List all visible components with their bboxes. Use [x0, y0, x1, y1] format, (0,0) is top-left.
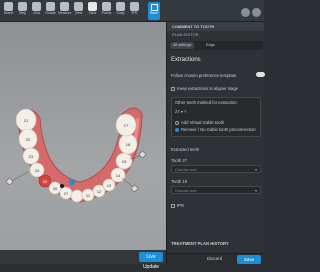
keep-extractions-row[interactable]: Keep extractions to aligner stage — [171, 86, 238, 91]
tooth-label: 22 — [26, 137, 31, 142]
tooth-label: 25 — [43, 179, 48, 184]
grid-icon — [32, 2, 41, 11]
app-window: Select Step Grid Rotate Measure View Tab… — [0, 0, 265, 270]
save-button[interactable]: Save — [237, 255, 261, 264]
save-icon — [150, 4, 158, 11]
3d-viewport[interactable]: 21 22 23 24 25 26 27 11 12 13 14 15 16 1… — [0, 22, 166, 264]
tooth-label: 26 — [53, 186, 58, 191]
other-teeth-title: Other teeth marked for extraction: — [175, 100, 238, 105]
selection-marker — [69, 179, 75, 185]
settings-icon[interactable] — [252, 8, 261, 17]
tooth-to-select[interactable]: Choose one — [171, 186, 261, 194]
tool-grid[interactable]: Grid — [30, 1, 43, 21]
ipr-icon — [130, 2, 139, 11]
tooth-label: 24 — [35, 168, 40, 173]
panel-tabs: All settings Edge — [169, 41, 263, 50]
window-controls — [239, 4, 261, 22]
tool-measure[interactable]: Measure — [58, 1, 71, 21]
plan-editor-panel: COMMENT TO TOOTH PLAN EDITOR All setting… — [166, 22, 265, 264]
tooth-label: 21 — [24, 118, 29, 123]
tooth-label: 13 — [107, 183, 112, 188]
tabs-icon — [88, 2, 97, 11]
discard-button[interactable]: Discard — [207, 256, 222, 261]
tooth-label: 17 — [124, 123, 129, 128]
tool-step[interactable]: Step — [16, 1, 29, 21]
help-icon[interactable] — [241, 8, 250, 17]
remove-radio[interactable] — [175, 127, 179, 132]
ipr-row[interactable]: IPR — [171, 203, 184, 208]
dental-arch-model[interactable]: 21 22 23 24 25 26 27 11 12 13 14 15 16 1… — [0, 22, 166, 264]
rotate-icon — [46, 2, 55, 11]
tooth-label: 23 — [29, 154, 34, 159]
tool-ipr[interactable]: IPR — [128, 1, 141, 21]
eye-icon — [74, 2, 83, 11]
section-title: Extractions — [171, 57, 201, 63]
points-icon — [102, 2, 111, 11]
add-virtual-row[interactable]: Add Virtual Gable tooth — [175, 120, 224, 125]
tool-snap[interactable]: Snap — [114, 1, 127, 21]
save-toolbar-button[interactable]: Save — [148, 2, 160, 20]
tooth-label: 14 — [116, 173, 121, 178]
live-update-button[interactable]: Live Update — [139, 252, 163, 270]
keep-extractions-checkbox[interactable] — [171, 86, 175, 91]
follow-template-label: Follow chosen preference template — [171, 73, 237, 78]
panel-header: COMMENT TO TOOTH — [167, 22, 264, 31]
step-icon — [18, 2, 27, 11]
tooth-to-label: Tooth 16 — [171, 179, 188, 184]
other-teeth-box: Other teeth marked for extraction: 27 ▾ … — [171, 97, 261, 137]
follow-template-toggle[interactable] — [256, 72, 265, 77]
ipr-checkbox[interactable] — [171, 203, 175, 208]
viewport-bottom-bar: Live Update — [0, 250, 166, 270]
tool-select[interactable]: Select — [2, 1, 15, 21]
remove-row[interactable]: Remove / No Gable tooth preconnection — [175, 127, 256, 132]
panel-footer: Discard Save — [167, 253, 265, 264]
tooth-number-field[interactable]: 27 ▾ × — [175, 109, 187, 114]
cursor-icon — [4, 2, 13, 11]
history-title[interactable]: TREATMENT PLAN HISTORY — [171, 241, 229, 246]
magnet-icon — [116, 2, 125, 11]
tooth-from-select[interactable]: Choose one — [171, 165, 261, 173]
tooth-label: 16 — [126, 142, 131, 147]
tooth-label: 27 — [64, 191, 69, 196]
tool-rotate[interactable]: Rotate — [44, 1, 57, 21]
tooth-label: 15 — [122, 159, 127, 164]
tool-tabs[interactable]: Tabs — [86, 1, 99, 21]
ruler-icon — [60, 2, 69, 11]
top-toolbar: Select Step Grid Rotate Measure View Tab… — [0, 0, 264, 22]
tooth-from-label: Tooth 27 — [171, 158, 188, 163]
tab-edge[interactable]: Edge — [203, 42, 218, 49]
add-virtual-radio[interactable] — [175, 120, 179, 125]
plan-editor-title: PLAN EDITOR — [172, 32, 199, 37]
extracted-teeth-title: Extracted teeth — [171, 147, 200, 152]
tool-view[interactable]: View — [72, 1, 85, 21]
tooth-label: 12 — [97, 189, 102, 194]
tab-all-settings[interactable]: All settings — [170, 42, 195, 49]
tool-points[interactable]: Points — [100, 1, 113, 21]
